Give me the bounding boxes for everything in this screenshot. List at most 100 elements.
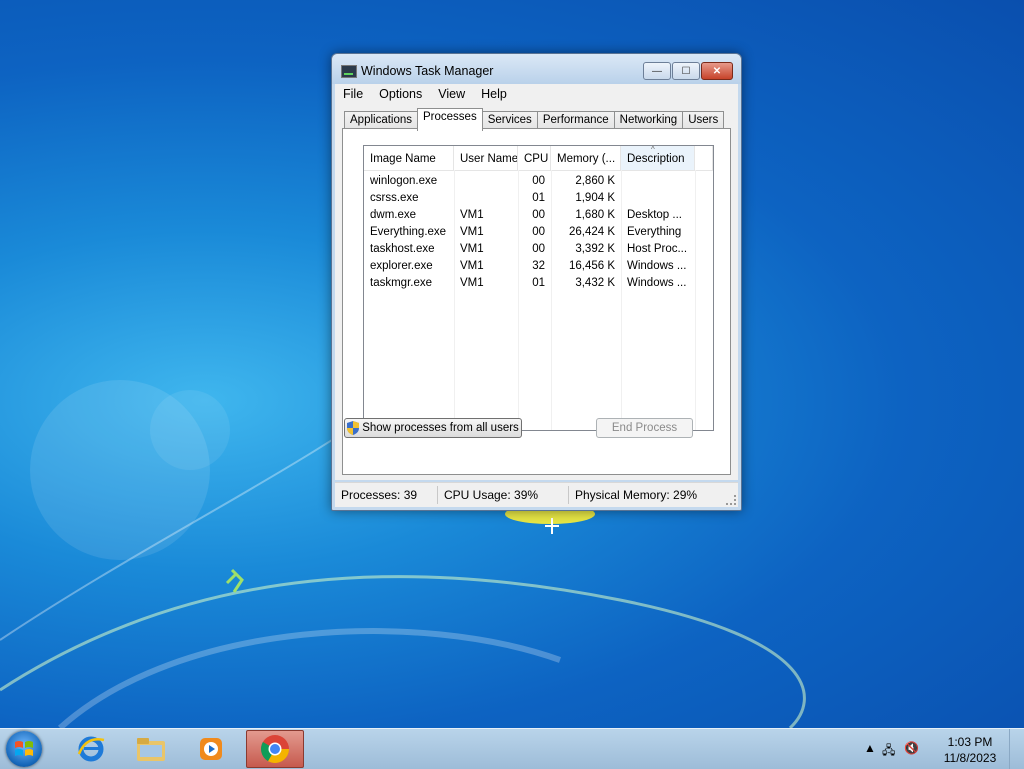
cell-description: [621, 190, 695, 207]
cell-image: taskhost.exe: [370, 243, 435, 255]
table-row[interactable]: taskhost.exe VM1 00 3,392 K Host Proc...: [364, 241, 713, 258]
taskbar: ▲ 🖧 🔇 1:03 PM 11/8/2023: [0, 728, 1024, 769]
column-divider: [551, 170, 552, 430]
window-title: Windows Task Manager: [361, 64, 494, 78]
cell-memory: 3,392 K: [575, 243, 615, 255]
taskbar-chrome[interactable]: [246, 730, 304, 768]
column-divider: [621, 170, 622, 430]
cell-memory: 3,432 K: [575, 277, 615, 289]
taskbar-media-player[interactable]: [182, 730, 240, 768]
table-row[interactable]: explorer.exe VM1 32 16,456 K Windows ...: [364, 258, 713, 275]
volume-muted-icon[interactable]: 🔇: [904, 741, 919, 755]
taskbar-windows-explorer[interactable]: [122, 730, 180, 768]
column-image-name[interactable]: Image Name: [364, 146, 454, 170]
resize-grip-icon[interactable]: [726, 495, 736, 505]
table-row[interactable]: winlogon.exe 00 2,860 K: [364, 173, 713, 190]
process-list[interactable]: Image Name User Name CPU Memory (... ^ D…: [363, 145, 714, 431]
windows-logo-icon: [15, 741, 33, 756]
column-filler: [695, 146, 713, 170]
cell-image: dwm.exe: [370, 209, 417, 221]
maximize-button[interactable]: ☐: [672, 62, 700, 80]
caption-buttons: — ☐ ✕: [642, 62, 733, 80]
internet-explorer-icon: [77, 736, 105, 762]
uac-shield-icon: [347, 421, 360, 435]
column-divider: [695, 170, 696, 430]
status-processes: Processes: 39: [335, 486, 438, 504]
cell-image: explorer.exe: [370, 260, 433, 272]
end-process-button[interactable]: End Process: [596, 418, 693, 438]
column-memory[interactable]: Memory (...: [551, 146, 621, 170]
cell-description: Windows ...: [627, 277, 687, 289]
cell-user: VM1: [460, 243, 484, 255]
cell-description: Windows ...: [627, 260, 687, 272]
cell-image: winlogon.exe: [370, 175, 438, 187]
title-bar[interactable]: Windows Task Manager — ☐ ✕: [332, 54, 741, 84]
table-row[interactable]: dwm.exe VM1 00 1,680 K Desktop ...: [364, 207, 713, 224]
cell-user: VM1: [460, 260, 484, 272]
show-hidden-icons-icon[interactable]: ▲: [864, 741, 876, 755]
task-manager-window: Windows Task Manager — ☐ ✕ File Options …: [331, 53, 742, 511]
cell-description: [621, 173, 695, 190]
media-player-icon: [200, 738, 222, 760]
cell-memory: 26,424 K: [568, 226, 615, 238]
cell-user: [454, 190, 518, 207]
status-bar: Processes: 39 CPU Usage: 39% Physical Me…: [335, 482, 738, 507]
minimize-button[interactable]: —: [643, 62, 671, 80]
clock[interactable]: 1:03 PM 11/8/2023: [940, 734, 1000, 766]
end-process-label: End Process: [611, 422, 678, 434]
table-row[interactable]: csrss.exe 01 1,904 K: [364, 190, 713, 207]
column-description-label: Description: [627, 153, 685, 165]
tab-processes[interactable]: Processes: [417, 108, 483, 131]
cell-cpu: 00: [532, 175, 545, 187]
cell-cpu: 01: [532, 277, 545, 289]
start-button[interactable]: [6, 731, 42, 767]
column-divider: [454, 170, 455, 430]
cell-user: [454, 173, 518, 190]
notification-area: ▲ 🖧 🔇 1:03 PM 11/8/2023: [854, 729, 1024, 769]
close-button[interactable]: ✕: [701, 62, 733, 80]
show-all-processes-button[interactable]: Show processes from all users: [344, 418, 522, 438]
cell-user: VM1: [460, 209, 484, 221]
window-client-area: Applications Processes Services Performa…: [335, 104, 738, 480]
cell-user: VM1: [460, 226, 484, 238]
status-cpu-usage: CPU Usage: 39%: [438, 486, 569, 504]
cell-memory: 16,456 K: [568, 260, 615, 272]
clock-time: 1:03 PM: [947, 735, 993, 749]
network-icon[interactable]: 🖧: [882, 741, 895, 762]
menu-options[interactable]: Options: [371, 87, 430, 101]
cell-user: VM1: [460, 277, 484, 289]
cell-memory: 1,680 K: [575, 209, 615, 221]
close-icon: ✕: [712, 65, 722, 77]
cell-image: Everything.exe: [370, 226, 447, 238]
cell-cpu: 00: [532, 209, 545, 221]
taskbar-internet-explorer[interactable]: [62, 730, 120, 768]
cell-image: taskmgr.exe: [370, 277, 432, 289]
menu-file[interactable]: File: [335, 87, 371, 101]
column-cpu[interactable]: CPU: [518, 146, 551, 170]
cell-description: Everything: [627, 226, 682, 238]
cell-cpu: 32: [532, 260, 545, 272]
show-desktop-button[interactable]: [1009, 729, 1024, 769]
status-physical-memory: Physical Memory: 29%: [575, 488, 698, 502]
menu-help[interactable]: Help: [473, 87, 515, 101]
cell-cpu: 00: [532, 226, 545, 238]
table-row[interactable]: Everything.exe VM1 00 26,424 K Everything: [364, 224, 713, 241]
cell-description: Host Proc...: [627, 243, 688, 255]
cell-cpu: 01: [532, 192, 545, 204]
minimize-icon: —: [652, 65, 662, 77]
cell-image: csrss.exe: [370, 192, 419, 204]
table-row[interactable]: taskmgr.exe VM1 01 3,432 K Windows ...: [364, 275, 713, 292]
menu-bar: File Options View Help: [335, 84, 738, 104]
cell-cpu: 00: [532, 243, 545, 255]
menu-view[interactable]: View: [430, 87, 473, 101]
task-manager-icon: [341, 65, 357, 78]
cell-memory: 1,904 K: [575, 192, 615, 204]
process-rows: winlogon.exe 00 2,860 K csrss.exe 01 1,904 K d…: [364, 171, 713, 292]
column-user-name[interactable]: User Name: [454, 146, 518, 170]
cell-memory: 2,860 K: [575, 175, 615, 187]
column-description[interactable]: ^ Description: [621, 146, 695, 170]
sort-ascending-icon: ^: [651, 146, 655, 154]
list-header: Image Name User Name CPU Memory (... ^ D…: [364, 146, 713, 171]
maximize-icon: ☐: [681, 65, 691, 77]
chrome-icon: [261, 735, 289, 763]
